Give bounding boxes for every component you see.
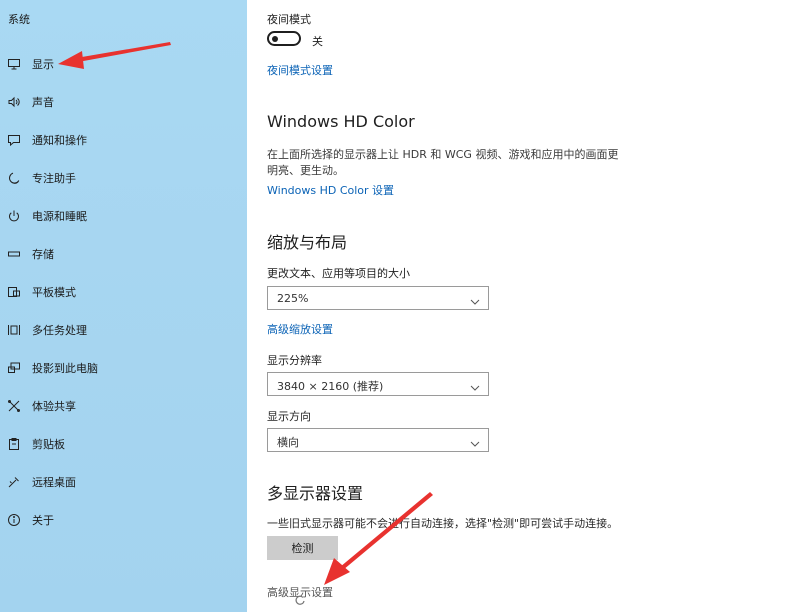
night-mode-state: 关 [312, 35, 323, 48]
storage-icon [6, 247, 21, 262]
night-mode-toggle[interactable] [267, 31, 301, 46]
sidebar-item-project[interactable]: 投影到此电脑 [0, 353, 247, 383]
sidebar-item-label: 通知和操作 [32, 134, 87, 147]
sidebar-item-display[interactable]: 显示 [0, 49, 247, 79]
toggle-knob [272, 35, 278, 42]
sidebar-item-storage[interactable]: 存储 [0, 239, 247, 269]
multitask-icon [6, 323, 21, 338]
sidebar-item-label: 投影到此电脑 [32, 362, 98, 375]
sidebar-item-label: 声音 [32, 96, 54, 109]
sidebar-item-label: 显示 [32, 58, 54, 71]
sidebar-item-tablet-mode[interactable]: 平板模式 [0, 277, 247, 307]
resolution-value: 3840 × 2160 (推荐) [277, 380, 384, 393]
scale-dropdown[interactable]: 225% [267, 286, 489, 310]
detect-button[interactable]: 检测 [267, 536, 338, 560]
scale-layout-title: 缩放与布局 [267, 233, 348, 252]
sidebar-item-label: 远程桌面 [32, 476, 76, 489]
project-icon [6, 361, 21, 376]
cursor-icon [295, 595, 305, 605]
sidebar-item-label: 多任务处理 [32, 324, 87, 337]
sidebar-item-about[interactable]: 关于 [0, 505, 247, 535]
sidebar-item-multitasking[interactable]: 多任务处理 [0, 315, 247, 345]
night-mode-settings-link[interactable]: 夜间模式设置 [267, 62, 333, 78]
notification-icon [6, 133, 21, 148]
multi-display-description: 一些旧式显示器可能不会进行自动连接，选择"检测"即可尝试手动连接。 [267, 517, 619, 530]
sidebar-item-sound[interactable]: 声音 [0, 87, 247, 117]
info-icon [6, 513, 21, 528]
sidebar-item-shared-experiences[interactable]: 体验共享 [0, 391, 247, 421]
hd-color-description: 在上面所选择的显示器上让 HDR 和 WCG 视频、游戏和应用中的画面更明亮、更… [267, 148, 619, 177]
scale-value: 225% [277, 292, 309, 305]
hd-color-title: Windows HD Color [267, 112, 415, 131]
orientation-dropdown[interactable]: 横向 [267, 428, 489, 452]
sidebar-item-power[interactable]: 电源和睡眠 [0, 201, 247, 231]
multi-display-title: 多显示器设置 [267, 484, 364, 503]
night-mode-label: 夜间模式 [267, 13, 311, 26]
orientation-value: 横向 [277, 436, 299, 449]
sidebar-item-label: 平板模式 [32, 286, 76, 299]
sidebar-item-label: 关于 [32, 514, 54, 527]
sidebar: 系统 显示 声音 通知和操作 专注助手 电源和睡眠 存储 平板模式 多任务处理 … [0, 0, 247, 612]
tablet-icon [6, 285, 21, 300]
sidebar-item-notifications[interactable]: 通知和操作 [0, 125, 247, 155]
chevron-down-icon [469, 435, 481, 447]
sidebar-item-focus-assist[interactable]: 专注助手 [0, 163, 247, 193]
remote-desktop-icon [6, 475, 21, 490]
scale-label: 更改文本、应用等项目的大小 [267, 267, 410, 280]
sidebar-item-remote-desktop[interactable]: 远程桌面 [0, 467, 247, 497]
monitor-icon [6, 57, 21, 72]
chevron-down-icon [469, 293, 481, 305]
hd-color-settings-link[interactable]: Windows HD Color 设置 [267, 182, 394, 198]
sidebar-item-label: 专注助手 [32, 172, 76, 185]
moon-icon [6, 171, 21, 186]
main-content: 夜间模式 关 夜间模式设置 Windows HD Color 在上面所选择的显示… [247, 0, 811, 612]
sidebar-item-label: 存储 [32, 248, 54, 261]
chevron-down-icon [469, 379, 481, 391]
sidebar-item-clipboard[interactable]: 剪贴板 [0, 429, 247, 459]
resolution-label: 显示分辨率 [267, 354, 322, 367]
speaker-icon [6, 95, 21, 110]
advanced-scaling-link[interactable]: 高级缩放设置 [267, 321, 333, 337]
sidebar-item-label: 剪贴板 [32, 438, 65, 451]
sidebar-item-label: 电源和睡眠 [32, 210, 87, 223]
share-icon [6, 399, 21, 414]
sidebar-item-label: 体验共享 [32, 400, 76, 413]
resolution-dropdown[interactable]: 3840 × 2160 (推荐) [267, 372, 489, 396]
settings-window: 系统 显示 声音 通知和操作 专注助手 电源和睡眠 存储 平板模式 多任务处理 … [0, 0, 811, 612]
power-icon [6, 209, 21, 224]
orientation-label: 显示方向 [267, 410, 311, 423]
sidebar-title: 系统 [8, 13, 30, 26]
clipboard-icon [6, 437, 21, 452]
